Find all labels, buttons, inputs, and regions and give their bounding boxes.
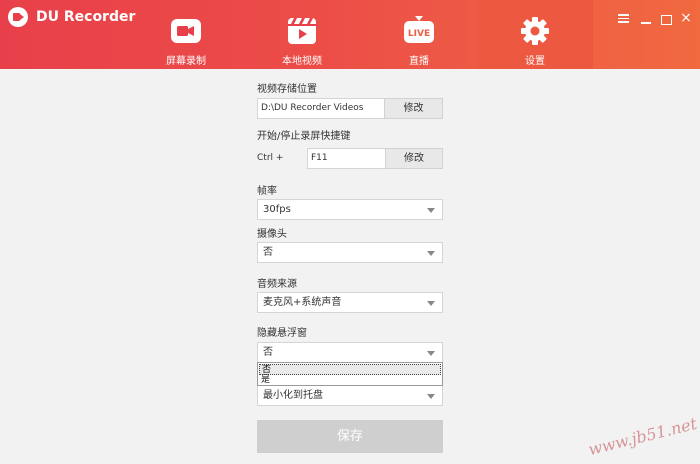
hotkey-label: 开始/停止录屏快捷键: [257, 131, 351, 142]
recorder-logo-icon: [8, 7, 28, 27]
live-icon: LIVE: [404, 16, 434, 43]
minimize-icon[interactable]: [640, 12, 654, 26]
menu-icon[interactable]: [618, 12, 632, 26]
chevron-down-icon: [427, 251, 435, 256]
hotkey-input[interactable]: F11: [307, 148, 386, 169]
tab-live[interactable]: LIVE 直播: [361, 0, 477, 69]
save-button[interactable]: 保存: [257, 420, 443, 453]
camera-value: 否: [263, 247, 273, 258]
framerate-value: 30fps: [263, 204, 291, 215]
close-action-value: 最小化到托盘: [263, 390, 323, 401]
tab-label: 设置: [525, 56, 545, 67]
audio-label: 音频来源: [257, 279, 297, 290]
floating-label: 隐藏悬浮窗: [257, 328, 307, 339]
floating-select[interactable]: 否: [257, 342, 443, 363]
storage-path-input[interactable]: D:\DU Recorder Videos: [257, 98, 385, 119]
camera-label: 摄像头: [257, 229, 287, 240]
tab-settings[interactable]: 设置: [477, 0, 593, 69]
app-logo: DU Recorder: [8, 7, 135, 27]
gear-icon: [521, 17, 549, 45]
video-camera-icon: [171, 19, 201, 43]
audio-select[interactable]: 麦克风+系统声音: [257, 292, 443, 313]
chevron-down-icon: [427, 301, 435, 306]
app-title: DU Recorder: [36, 9, 136, 25]
audio-value: 麦克风+系统声音: [263, 297, 342, 308]
floating-dropdown-list: 否 是: [257, 362, 443, 386]
live-badge-text: LIVE: [408, 29, 430, 39]
framerate-label: 帧率: [257, 186, 277, 197]
floating-value: 否: [263, 347, 273, 358]
chevron-down-icon: [427, 351, 435, 356]
chevron-down-icon: [427, 208, 435, 213]
tab-label: 直播: [409, 56, 429, 67]
hotkey-modifier: Ctrl +: [257, 153, 284, 163]
storage-label: 视频存储位置: [257, 84, 317, 95]
app-header: DU Recorder 屏幕录制 本地视频 LIVE 直播 设置 ×: [0, 0, 700, 69]
dropdown-option-no[interactable]: 否: [259, 364, 441, 375]
close-action-select[interactable]: 最小化到托盘: [257, 385, 443, 406]
camera-select[interactable]: 否: [257, 242, 443, 263]
dropdown-option-yes[interactable]: 是: [259, 375, 441, 386]
watermark: www.jb51.net: [586, 413, 699, 460]
change-storage-button[interactable]: 修改: [384, 98, 443, 119]
framerate-select[interactable]: 30fps: [257, 199, 443, 220]
close-icon[interactable]: ×: [679, 11, 693, 25]
clapperboard-icon: [288, 18, 316, 44]
chevron-down-icon: [427, 394, 435, 399]
tab-screen-record[interactable]: 屏幕录制: [128, 0, 244, 69]
tab-local-video[interactable]: 本地视频: [244, 0, 360, 69]
maximize-icon[interactable]: [660, 12, 674, 26]
tab-label: 本地视频: [282, 56, 322, 67]
tab-label: 屏幕录制: [166, 56, 206, 67]
change-hotkey-button[interactable]: 修改: [385, 148, 443, 169]
